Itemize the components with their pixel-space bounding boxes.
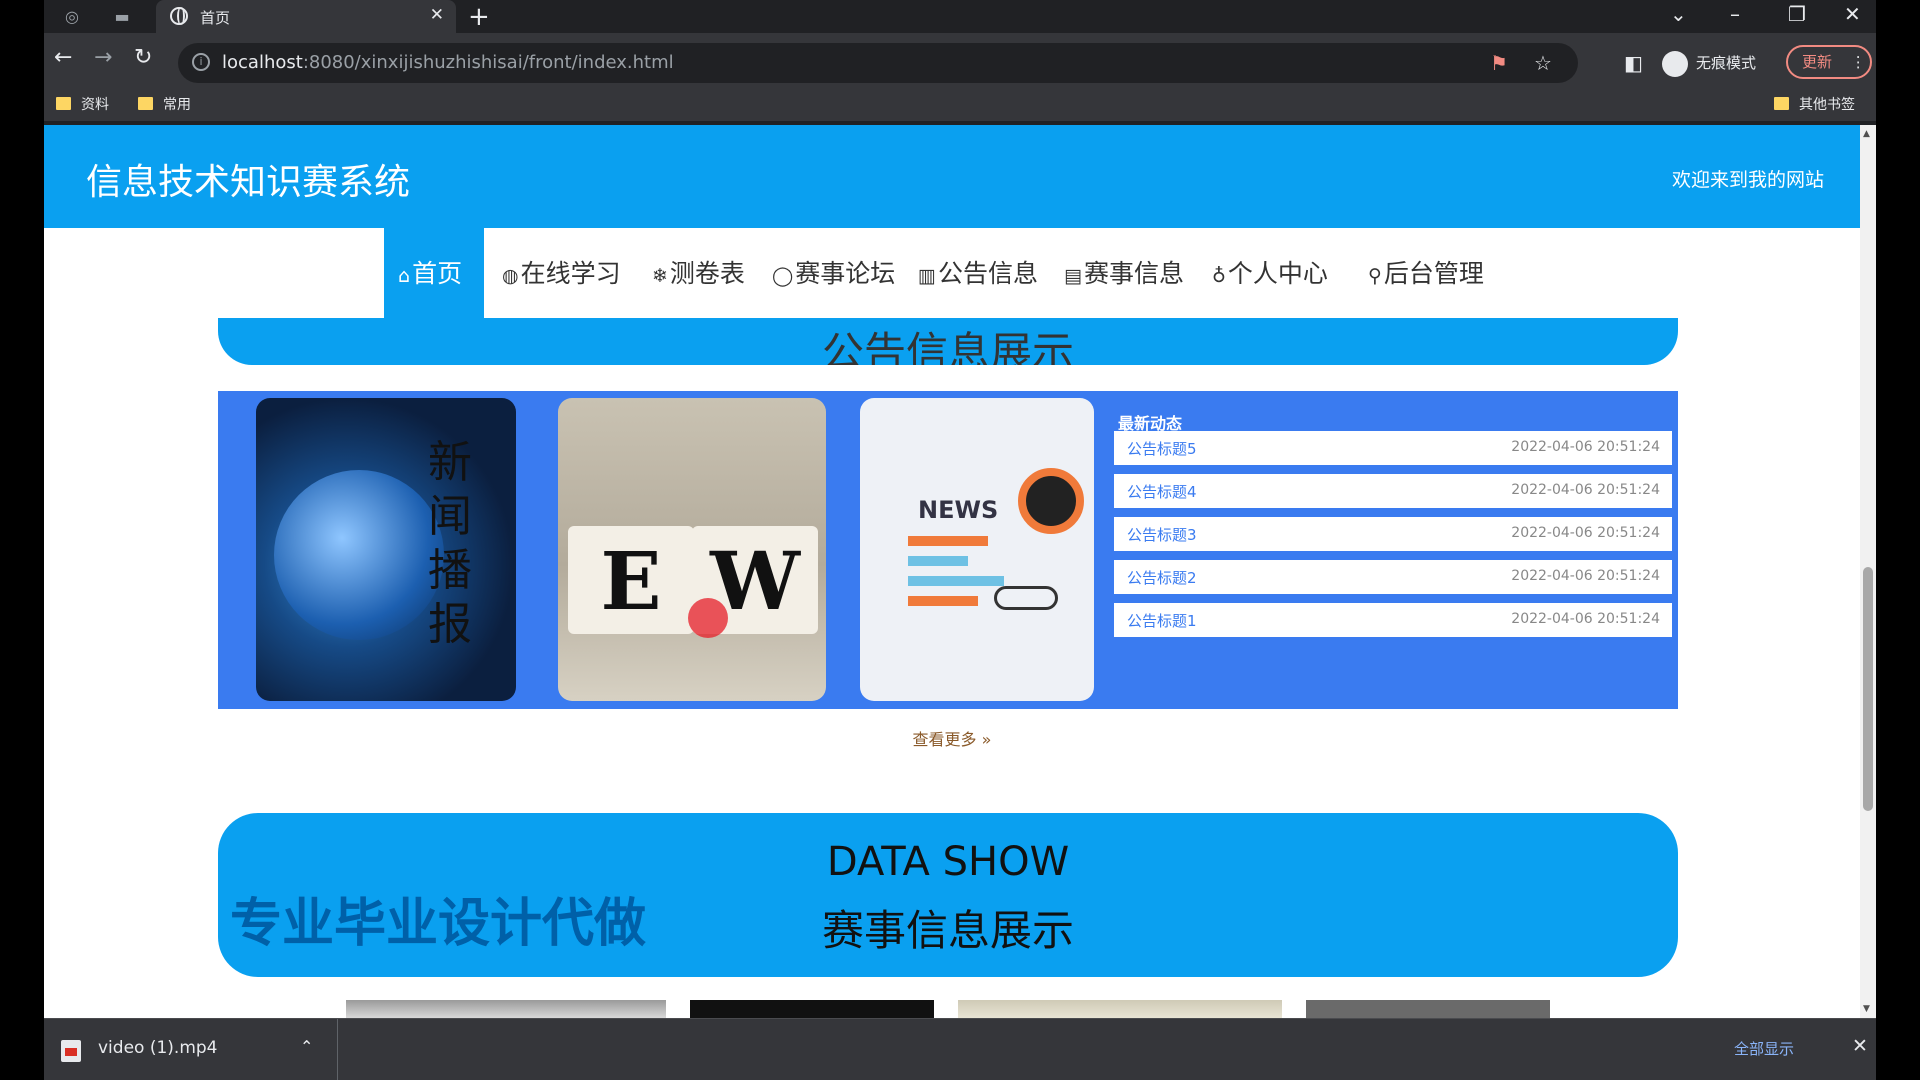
- nav-item-competitions[interactable]: ▤赛事信息: [1064, 254, 1184, 290]
- url-text[interactable]: localhost:8080/xinxijishuzhishisai/front…: [222, 52, 674, 73]
- chat-icon: ◯: [772, 265, 794, 287]
- download-bar: video (1).mp4 ⌃ 全部显示 ✕: [44, 1018, 1876, 1080]
- close-download-bar-icon[interactable]: ✕: [1852, 1035, 1868, 1057]
- competition-thumbnail[interactable]: [346, 1000, 666, 1018]
- reload-icon[interactable]: ↻: [134, 45, 152, 70]
- incognito-icon: [1662, 50, 1688, 77]
- competition-thumbnails: [44, 1000, 1860, 1018]
- folder-icon: [138, 97, 153, 110]
- news-row[interactable]: 公告标题2 2022-04-06 20:51:24: [1114, 560, 1672, 594]
- chevron-up-icon[interactable]: ⌃: [300, 1037, 313, 1056]
- snowflake-icon: ❄: [652, 265, 668, 287]
- back-icon[interactable]: ←: [54, 45, 72, 70]
- ad-watermark-text: 专业毕业设计代做: [230, 894, 647, 954]
- news-broadcast-text: 新闻播报: [428, 437, 472, 650]
- user-icon: ♁: [1212, 265, 1226, 287]
- news-row[interactable]: 公告标题3 2022-04-06 20:51:24: [1114, 517, 1672, 551]
- tab-strip: ◎ ▬ 首页 ✕ + ⌄ – ❐ ✕: [44, 0, 1876, 33]
- download-file-name: video (1).mp4: [98, 1038, 218, 1058]
- cube-letter-e: E: [568, 526, 694, 634]
- news-row[interactable]: 公告标题1 2022-04-06 20:51:24: [1114, 603, 1672, 637]
- app-menu-icon[interactable]: ◎: [60, 5, 84, 29]
- paper-line: [908, 596, 978, 606]
- site-title: 信息技术知识赛系统: [86, 162, 411, 203]
- blocked-icon[interactable]: ⚑: [1490, 51, 1508, 75]
- data-show-title: DATA SHOW: [826, 839, 1070, 885]
- forward-icon[interactable]: →: [94, 45, 112, 70]
- nav-item-personal-center[interactable]: ♁个人中心: [1212, 254, 1328, 290]
- bookmarks-bar: 资料 常用 其他书签: [44, 90, 1876, 121]
- browser-toolbar: ← → ↻ i localhost:8080/xinxijishuzhishis…: [44, 33, 1876, 121]
- tab-home[interactable]: 首页 ✕: [156, 0, 456, 33]
- grid-icon: ▥: [918, 265, 936, 287]
- page-scrollbar[interactable]: ▲ ▼: [1860, 125, 1876, 1018]
- incognito-label: 无痕模式: [1696, 54, 1757, 72]
- view-more-link[interactable]: 查看更多 »: [44, 726, 1860, 750]
- minimize-icon[interactable]: –: [1730, 2, 1740, 26]
- news-broadcast-image[interactable]: 新闻播报: [256, 398, 516, 701]
- bookmark-star-icon[interactable]: ☆: [1534, 51, 1552, 75]
- latest-news: 最新动态 公告标题5 2022-04-06 20:51:24 公告标题4 2022-…: [1104, 398, 1674, 701]
- update-label: 更新: [1802, 53, 1833, 71]
- paper-line: [908, 576, 1004, 586]
- more-menu-icon[interactable]: ⋮: [1851, 53, 1866, 71]
- new-tab-button[interactable]: +: [468, 2, 490, 32]
- nav-item-admin[interactable]: ⚲后台管理: [1368, 254, 1484, 290]
- site-info-icon[interactable]: i: [192, 53, 210, 71]
- cursor-highlight: [688, 598, 728, 638]
- browser-window: ◎ ▬ 首页 ✕ + ⌄ – ❐ ✕ ← → ↻ i localhost:808…: [44, 0, 1876, 1080]
- home-icon: ⌂: [398, 265, 411, 287]
- news-paper-image[interactable]: NEWS: [860, 398, 1094, 701]
- scroll-down-icon[interactable]: ▼: [1863, 1004, 1870, 1014]
- glasses-graphic: [994, 586, 1058, 610]
- tab-search-icon[interactable]: ▬: [110, 5, 134, 29]
- scrollbar-thumb[interactable]: [1863, 567, 1873, 811]
- news-row[interactable]: 公告标题5 2022-04-06 20:51:24: [1114, 431, 1672, 465]
- video-file-icon: [61, 1040, 81, 1062]
- globe-icon: ◍: [502, 265, 519, 287]
- window-close-icon[interactable]: ✕: [1844, 2, 1861, 26]
- paper-line: [908, 536, 988, 546]
- globe-icon: [170, 7, 188, 25]
- nav-item-test-papers[interactable]: ❄测卷表: [652, 254, 745, 290]
- nav-item-forum[interactable]: ◯赛事论坛: [772, 254, 895, 290]
- news-cubes-image[interactable]: E W: [558, 398, 826, 701]
- nav-item-online-learning[interactable]: ◍在线学习: [502, 254, 621, 290]
- folder-icon: [1774, 97, 1789, 110]
- competition-thumbnail[interactable]: [958, 1000, 1282, 1018]
- bookmark-folder-ziliao[interactable]: 资料: [56, 94, 109, 114]
- main-nav: ⌂首页 ◍在线学习 ❄测卷表 ◯赛事论坛 ▥公告信息 ▤赛事信息 ♁个人中心 ⚲…: [44, 228, 1860, 318]
- page-viewport: 信息技术知识赛系统 欢迎来到我的网站 公告信息展示 ⌂首页 ◍在线学习 ❄测卷表…: [44, 125, 1860, 1018]
- nav-item-notices[interactable]: ▥公告信息: [918, 254, 1038, 290]
- globe-graphic: [274, 470, 444, 640]
- download-item[interactable]: video (1).mp4 ⌃: [44, 1019, 338, 1080]
- news-label: NEWS: [918, 496, 999, 524]
- scroll-up-icon[interactable]: ▲: [1863, 129, 1870, 139]
- bookmark-folder-other[interactable]: 其他书签: [1774, 94, 1855, 114]
- camera-lens-graphic: [1018, 468, 1084, 534]
- welcome-text: 欢迎来到我的网站: [1671, 169, 1824, 191]
- address-bar[interactable]: i localhost:8080/xinxijishuzhishisai/fro…: [178, 43, 1578, 83]
- paper-line: [908, 556, 968, 566]
- tab-title: 首页: [200, 9, 231, 27]
- notice-section-title: 公告信息展示: [821, 328, 1074, 365]
- news-row[interactable]: 公告标题4 2022-04-06 20:51:24: [1114, 474, 1672, 508]
- tab-list-icon[interactable]: ⌄: [1670, 2, 1687, 26]
- site-header: 信息技术知识赛系统 欢迎来到我的网站: [44, 125, 1860, 228]
- competition-thumbnail[interactable]: [1306, 1000, 1550, 1018]
- link-icon: ⚲: [1368, 265, 1382, 287]
- book-icon: ▤: [1064, 265, 1082, 287]
- nav-item-home[interactable]: ⌂首页: [398, 254, 462, 290]
- update-button[interactable]: 更新 ⋮: [1786, 45, 1872, 79]
- folder-icon: [56, 97, 71, 110]
- tab-close-icon[interactable]: ✕: [430, 5, 444, 25]
- bookmark-folder-changyong[interactable]: 常用: [138, 94, 191, 114]
- restore-icon[interactable]: ❐: [1788, 2, 1806, 26]
- notice-panel: 新闻播报 E W NEWS 最新动态 公告标题5 2022-04-06 20:51…: [218, 391, 1678, 709]
- side-panel-icon[interactable]: ◧: [1624, 51, 1643, 75]
- incognito-indicator[interactable]: 无痕模式: [1662, 43, 1756, 83]
- data-show-banner: DATA SHOW 赛事信息展示 专业毕业设计代做: [218, 813, 1678, 977]
- competition-thumbnail[interactable]: [690, 1000, 934, 1018]
- show-all-downloads-button[interactable]: 全部显示: [1734, 1038, 1794, 1059]
